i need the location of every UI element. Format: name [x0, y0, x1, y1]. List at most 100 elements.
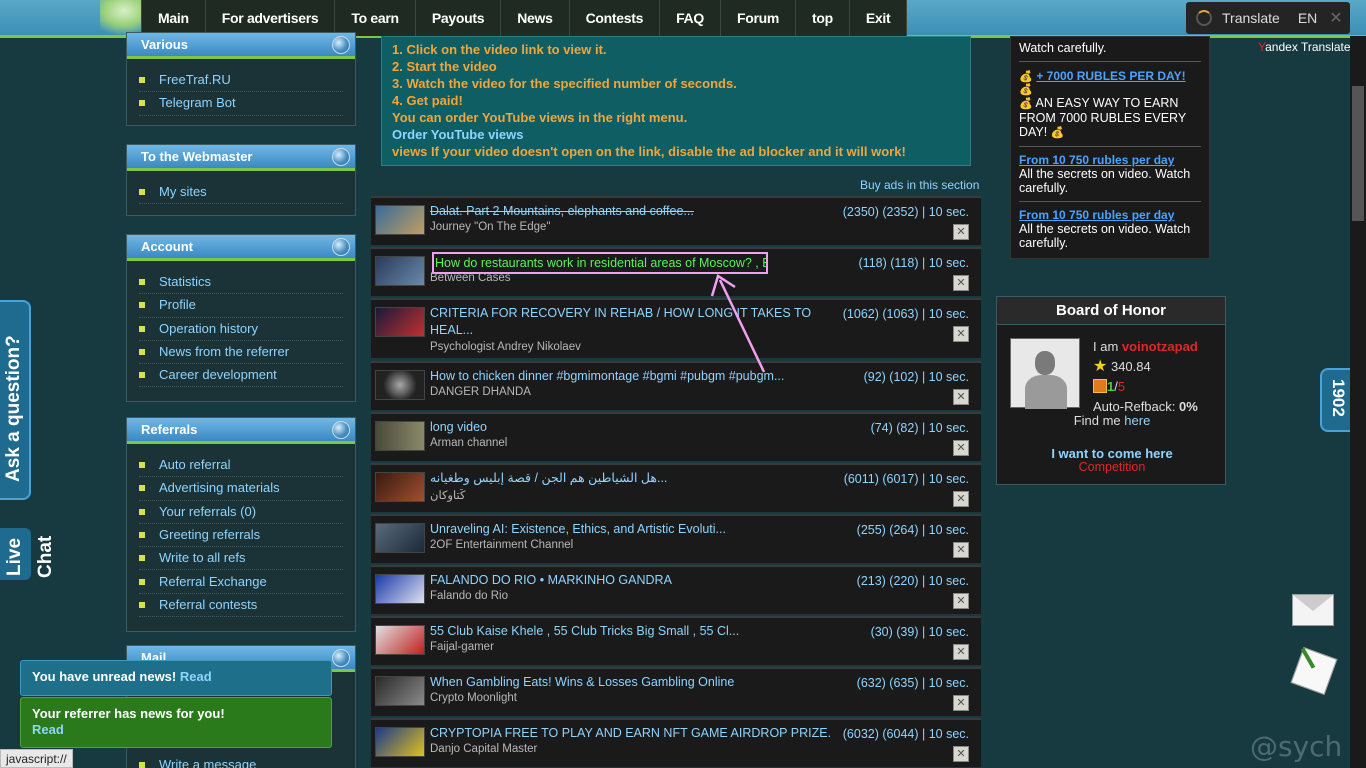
video-thumbnail[interactable]	[375, 523, 425, 553]
video-thumbnail[interactable]	[375, 421, 425, 451]
video-title-link[interactable]: FALANDO DO RIO • MARKINHO GANDRA	[430, 572, 830, 589]
main-nav: Main For advertisers To earn Payouts New…	[141, 0, 908, 36]
video-channel: Psychologist Andrey Nikolaev	[430, 341, 581, 353]
sidebar-item-greeting-referrals[interactable]: Greeting referrals	[139, 524, 343, 548]
come-here-link[interactable]: I want to come here	[997, 446, 1227, 461]
sidebar-item-referral-contests[interactable]: Referral contests	[139, 594, 343, 618]
video-title-link[interactable]: CRITERIA FOR RECOVERY IN REHAB / HOW LON…	[430, 305, 830, 339]
video-thumbnail[interactable]	[375, 307, 425, 337]
close-icon[interactable]: ✕	[953, 389, 969, 405]
globe-icon	[332, 238, 350, 256]
sidebar-item-advertising-materials[interactable]: Advertising materials	[139, 477, 343, 501]
nav-forum[interactable]: Forum	[721, 0, 797, 36]
money-bag-icon: 💰	[1019, 84, 1033, 96]
nav-faq[interactable]: FAQ	[660, 0, 721, 36]
video-thumbnail[interactable]	[375, 205, 425, 235]
avatar[interactable]	[1010, 338, 1080, 409]
video-title-link[interactable]: هل الشياطين هم الجن / قصة إبليس وطغيانه.…	[430, 470, 830, 487]
mail-icon[interactable]	[1292, 594, 1334, 626]
close-icon[interactable]: ✕	[953, 224, 969, 240]
yandex-translate-credit[interactable]: Yandex Translate	[1258, 40, 1351, 54]
translate-label: Translate	[1222, 10, 1280, 26]
nav-news[interactable]: News	[501, 0, 570, 36]
close-icon[interactable]: ✕	[953, 326, 969, 342]
unread-news-notice: You have unread news! Read	[20, 660, 332, 696]
sidebar-item-referral-exchange[interactable]: Referral Exchange	[139, 570, 343, 594]
close-icon[interactable]: ✕	[953, 593, 969, 609]
video-thumbnail[interactable]	[375, 472, 425, 502]
sidebar-item-write-message[interactable]: Write a message	[139, 754, 343, 768]
nav-to-earn[interactable]: To earn	[335, 0, 416, 36]
sidebar-item-operation-history[interactable]: Operation history	[139, 318, 343, 341]
video-title-link[interactable]: long video	[430, 419, 830, 436]
ad-link[interactable]: From 10 750 rubles per day	[1019, 208, 1201, 222]
loading-spinner-icon	[1196, 10, 1212, 26]
instruction-line: 1. Click on the video link to view it.	[392, 42, 607, 57]
video-thumbnail[interactable]	[375, 676, 425, 706]
read-referrer-news-link[interactable]: Read	[32, 722, 64, 737]
notepad-icon[interactable]	[1290, 646, 1338, 696]
live-chat-tab[interactable]: Live	[0, 528, 31, 580]
video-title-link[interactable]: Dalat. Part 2 Mountains, elephants and c…	[430, 203, 830, 220]
username[interactable]: voinotzapad	[1122, 339, 1198, 354]
video-title-link[interactable]: Unraveling AI: Existence, Ethics, and Ar…	[430, 521, 830, 538]
video-thumbnail[interactable]	[375, 625, 425, 655]
video-title-link[interactable]: How do restaurants work in residential a…	[432, 252, 768, 274]
counter-tab[interactable]: 1902	[1320, 368, 1352, 432]
find-me-link[interactable]: here	[1124, 413, 1150, 428]
chat-label[interactable]: Chat	[35, 536, 57, 578]
video-row: Dalat. Part 2 Mountains, elephants and c…	[371, 196, 981, 245]
star-icon: ★	[1093, 358, 1108, 375]
video-thumbnail[interactable]	[375, 256, 425, 286]
sidebar-item-write-to-all-refs[interactable]: Write to all refs	[139, 547, 343, 571]
video-title-link[interactable]: 55 Club Kaise Khele , 55 Club Tricks Big…	[430, 623, 830, 640]
video-stats: (1062) (1063) | 10 sec.	[842, 307, 969, 321]
nav-contests[interactable]: Contests	[570, 0, 661, 36]
nav-for-advertisers[interactable]: For advertisers	[206, 0, 336, 36]
nav-main[interactable]: Main	[141, 0, 206, 36]
video-thumbnail[interactable]	[375, 370, 425, 400]
ad-link[interactable]: From 10 750 rubles per day	[1019, 153, 1201, 167]
ad-link[interactable]: + 7000 RUBLES PER DAY!	[1036, 69, 1185, 83]
bullet-icon	[139, 189, 145, 196]
translate-language[interactable]: EN	[1298, 10, 1317, 26]
close-icon[interactable]: ✕	[953, 440, 969, 456]
close-icon[interactable]: ✕	[1329, 8, 1342, 28]
sidebar-item-telegram-bot[interactable]: Telegram Bot	[139, 92, 343, 116]
sidebar-item-auto-referral[interactable]: Auto referral	[139, 454, 343, 478]
refback-value: 0%	[1179, 399, 1198, 414]
close-icon[interactable]: ✕	[953, 746, 969, 762]
close-icon[interactable]: ✕	[953, 275, 969, 291]
sidebar-item-news-from-referrer[interactable]: News from the referrer	[139, 341, 343, 365]
video-thumbnail[interactable]	[375, 574, 425, 604]
competition-link[interactable]: Competition	[997, 460, 1227, 474]
read-news-link[interactable]: Read	[180, 669, 212, 684]
translate-widget[interactable]: Translate EN ✕	[1186, 2, 1350, 34]
sidebar-item-your-referrals[interactable]: Your referrals (0)	[139, 501, 343, 524]
sidebar-item-statistics[interactable]: Statistics	[139, 271, 343, 295]
sidebar-item-profile[interactable]: Profile	[139, 294, 343, 318]
scrollbar-thumb[interactable]	[1352, 86, 1364, 221]
order-youtube-views-link[interactable]: Order YouTube views	[392, 126, 960, 143]
video-title-link[interactable]: CRYPTOPIA FREE TO PLAY AND EARN NFT GAME…	[430, 725, 830, 742]
video-row: CRYPTOPIA FREE TO PLAY AND EARN NFT GAME…	[371, 718, 981, 767]
video-stats: (92) (102) | 10 sec.	[863, 370, 969, 384]
bullet-icon	[139, 555, 145, 562]
sidebar-item-career-development[interactable]: Career development	[139, 364, 343, 388]
close-icon[interactable]: ✕	[953, 491, 969, 507]
ask-question-tab[interactable]: Ask a question?	[0, 300, 31, 500]
close-icon[interactable]: ✕	[953, 542, 969, 558]
video-title-link[interactable]: How to chicken dinner #bgmimontage #bgmi…	[430, 368, 830, 385]
globe-icon	[332, 649, 350, 667]
video-title-link[interactable]: When Gambling Eats! Wins & Losses Gambli…	[430, 674, 830, 691]
scrollbar[interactable]	[1350, 36, 1366, 768]
nav-top[interactable]: top	[796, 0, 850, 36]
nav-exit[interactable]: Exit	[850, 0, 908, 36]
nav-payouts[interactable]: Payouts	[416, 0, 502, 36]
buy-ads-link[interactable]: Buy ads in this section	[860, 178, 979, 192]
close-icon[interactable]: ✕	[953, 644, 969, 660]
video-thumbnail[interactable]	[375, 727, 425, 757]
close-icon[interactable]: ✕	[953, 695, 969, 711]
sidebar-item-freetraf[interactable]: FreeTraf.RU	[139, 69, 343, 93]
sidebar-item-my-sites[interactable]: My sites	[139, 181, 343, 205]
